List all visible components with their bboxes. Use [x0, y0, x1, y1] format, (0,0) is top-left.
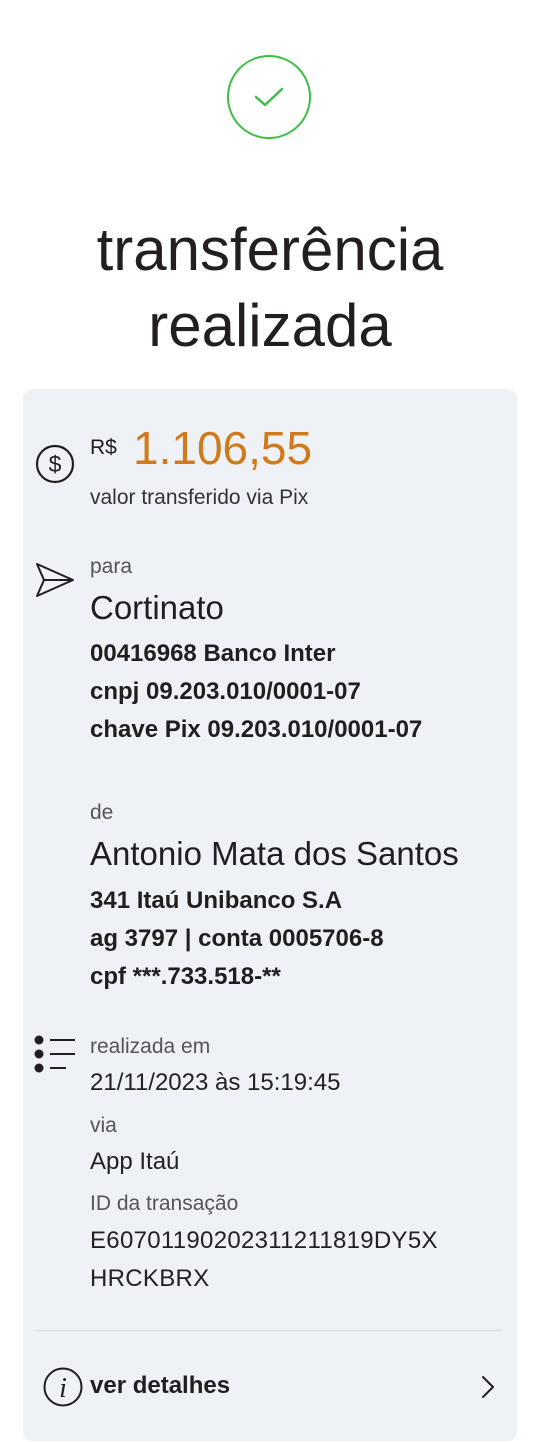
view-details-button[interactable]: i ver detalhes	[42, 1365, 508, 1411]
success-check-icon	[227, 55, 311, 139]
send-icon	[36, 563, 74, 597]
sender-label: de	[90, 801, 114, 824]
recipient-doc: cnpj 09.203.010/0001-07	[90, 678, 361, 705]
title-line-1: transferência	[96, 216, 444, 284]
recipient-label: para	[90, 555, 133, 578]
recipient-bank: 00416968 Banco Inter	[90, 640, 336, 667]
sender-doc: cpf ***.733.518-**	[90, 963, 281, 990]
via-label: via	[90, 1114, 117, 1137]
recipient-pix-key: chave Pix 09.203.010/0001-07	[90, 716, 423, 743]
divider	[35, 1330, 503, 1331]
svg-text:$: $	[49, 451, 62, 477]
transaction-id-line-1: E60701190202311211819DY5X	[90, 1227, 438, 1254]
recipient-name: Cortinato	[90, 589, 224, 626]
transaction-id-label: ID da transação	[90, 1192, 239, 1215]
amount-value: 1.106,55	[133, 422, 313, 474]
info-icon: i	[43, 1367, 83, 1407]
date-value: 21/11/2023 às 15:19:45	[90, 1069, 341, 1096]
svg-text:i: i	[59, 1373, 67, 1404]
transaction-id-line-2: HRCKBRX	[90, 1265, 210, 1292]
list-icon	[34, 1035, 75, 1073]
sender-bank: 341 Itaú Unibanco S.A	[90, 887, 343, 914]
via-value: App Itaú	[90, 1148, 180, 1175]
dollar-circle-icon: $	[35, 444, 75, 484]
date-label: realizada em	[90, 1035, 211, 1058]
chevron-right-icon	[482, 1376, 494, 1398]
view-details-label: ver detalhes	[90, 1372, 231, 1399]
amount-caption: valor transferido via Pix	[90, 486, 309, 509]
sender-name: Antonio Mata dos Santos	[90, 835, 459, 872]
title-line-2: realizada	[148, 292, 392, 360]
page-title: transferência realizada	[0, 212, 540, 364]
amount-currency: R$	[90, 436, 117, 459]
sender-account: ag 3797 | conta 0005706-8	[90, 925, 384, 952]
